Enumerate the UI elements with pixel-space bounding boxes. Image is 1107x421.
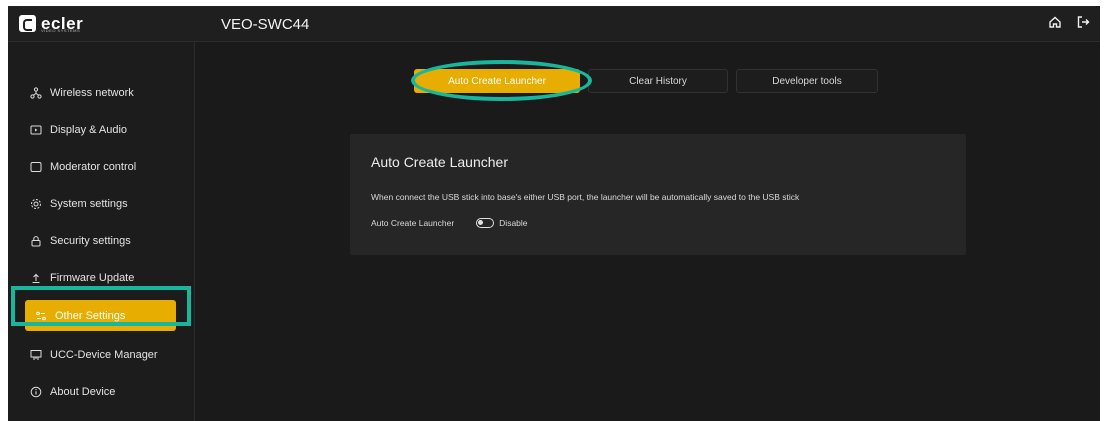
panel-title: Auto Create Launcher xyxy=(371,154,508,170)
sidebar-item-ucc-device-manager[interactable]: UCC-Device Manager xyxy=(20,340,180,370)
sidebar-item-about-device[interactable]: About Device xyxy=(20,377,180,407)
sidebar-item-label: Display & Audio xyxy=(50,124,128,136)
ecler-logo: ecler VIDEO SYSTEMS xyxy=(19,13,83,33)
auto-create-launcher-panel: Auto Create Launcher When connect the US… xyxy=(350,134,966,255)
sidebar-item-system-settings[interactable]: System settings xyxy=(20,189,180,219)
sidebar-item-label: Moderator control xyxy=(50,161,137,173)
panel-description: When connect the USB stick into base's e… xyxy=(371,192,800,202)
auto-create-launcher-toggle[interactable] xyxy=(476,218,495,228)
device-name: VEO-SWC44 xyxy=(221,16,310,33)
highlight-annotation-box xyxy=(11,286,191,326)
logout-icon[interactable] xyxy=(1076,15,1090,29)
sidebar-item-moderator-control[interactable]: Moderator control xyxy=(20,152,180,182)
gear-icon xyxy=(30,198,42,210)
sidebar-item-label: System settings xyxy=(50,198,128,210)
sidebar: Wireless network Display & Audio Moderat… xyxy=(8,42,195,421)
network-icon xyxy=(30,87,42,99)
setting-label: Auto Create Launcher xyxy=(371,218,455,228)
home-icon[interactable] xyxy=(1048,15,1062,29)
sidebar-item-display-audio[interactable]: Display & Audio xyxy=(20,115,180,145)
highlight-annotation-oval xyxy=(411,60,592,101)
sidebar-item-label: Security settings xyxy=(50,235,131,247)
info-icon xyxy=(30,386,42,398)
lock-icon xyxy=(30,235,42,247)
ecler-logo-mark xyxy=(19,14,36,32)
sidebar-item-label: UCC-Device Manager xyxy=(50,349,158,361)
sidebar-item-security-settings[interactable]: Security settings xyxy=(20,226,180,256)
sidebar-item-label: Wireless network xyxy=(50,87,134,99)
moderator-icon xyxy=(30,161,42,173)
app-window: ecler VIDEO SYSTEMS VEO-SWC44 Wireless n… xyxy=(8,6,1100,421)
auto-create-launcher-setting: Auto Create Launcher Disable xyxy=(371,218,528,228)
tab-clear-history[interactable]: Clear History xyxy=(588,69,728,93)
display-icon xyxy=(30,124,42,136)
sidebar-item-label: Firmware Update xyxy=(50,272,135,284)
upload-icon xyxy=(30,272,42,284)
toggle-state-label: Disable xyxy=(499,218,528,228)
logo-subtitle: VIDEO SYSTEMS xyxy=(41,28,81,33)
top-bar: ecler VIDEO SYSTEMS VEO-SWC44 xyxy=(8,6,1100,42)
sidebar-item-wireless-network[interactable]: Wireless network xyxy=(20,78,180,108)
sidebar-item-label: About Device xyxy=(50,386,116,398)
device-manager-icon xyxy=(30,349,42,361)
tab-developer-tools[interactable]: Developer tools xyxy=(736,69,878,93)
